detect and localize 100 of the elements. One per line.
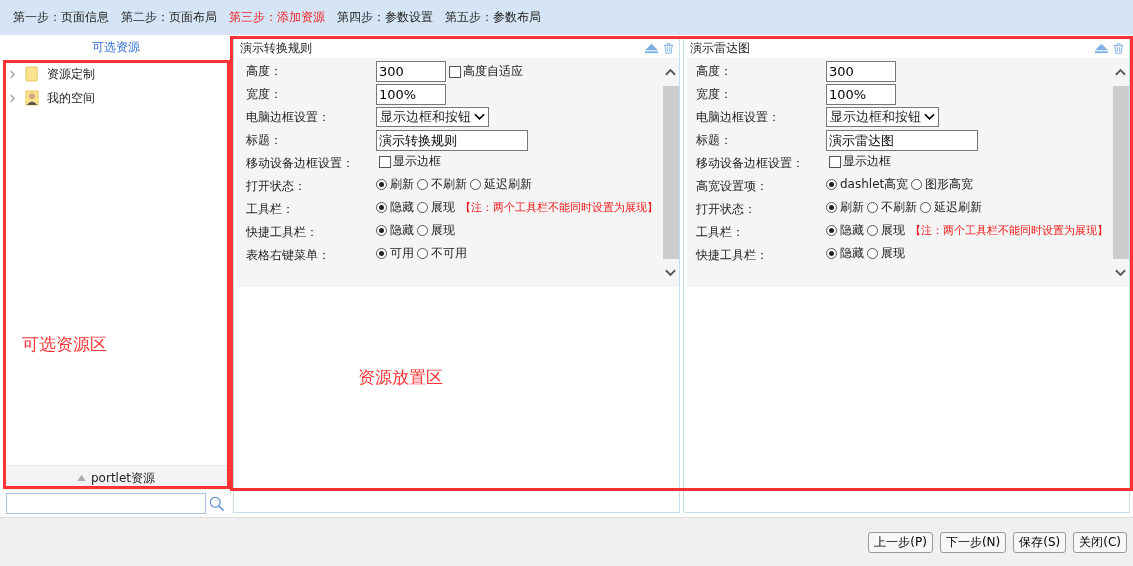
tree-item[interactable]: 我的空间 [3,86,229,110]
scrollbar-thumb[interactable] [1112,86,1129,259]
expand-icon[interactable] [9,69,16,79]
field-label: 工具栏： [245,201,295,218]
radio-option[interactable]: 展现 [867,222,905,239]
radio-option[interactable]: 隐藏 [376,222,414,239]
user-icon [25,90,39,106]
footer-button[interactable]: 上一步(P) [868,531,933,553]
warning-note: 【注：两个工具栏不能同时设置为展现】 [460,200,658,216]
radio-option[interactable]: 展现 [417,199,455,216]
field-label: 标题： [245,132,283,149]
field-label: 移动设备边框设置： [245,155,355,172]
radio-button[interactable] [826,179,837,190]
text-field[interactable]: 演示转换规则 [376,130,528,151]
collapse-icon [77,475,86,481]
field-label: 宽度： [245,86,283,103]
field-label: 打开状态： [245,178,307,195]
radio-button[interactable] [376,225,387,236]
portlet-title: 演示转换规则 [240,39,313,57]
checkbox-option[interactable]: 显示边框 [829,153,891,170]
radio-option[interactable]: 隐藏 [826,222,864,239]
radio-button[interactable] [867,202,878,213]
radio-option[interactable]: 展现 [867,245,905,262]
radio-button[interactable] [867,225,878,236]
radio-option[interactable]: 隐藏 [826,245,864,262]
text-field[interactable]: 300 [826,61,896,82]
radio-button[interactable] [826,225,837,236]
field-label: 移动设备边框设置： [695,155,805,172]
footer-button[interactable]: 保存(S) [1013,531,1067,553]
radio-button[interactable] [470,179,481,190]
footer-button[interactable]: 关闭(C) [1073,531,1127,553]
field-label: 电脑边框设置： [695,109,781,126]
radio-option[interactable]: 可用 [376,245,414,262]
checkbox-option[interactable]: 显示边框 [379,153,441,170]
radio-button[interactable] [920,202,931,213]
radio-option[interactable]: 不刷新 [417,176,467,193]
field-label: 快捷工具栏： [695,247,769,264]
radio-option[interactable]: 不可用 [417,245,467,262]
radio-option[interactable]: 刷新 [826,199,864,216]
annotation-label: 资源放置区 [358,366,443,389]
field-label: 宽度： [695,86,733,103]
checkbox[interactable] [829,155,841,168]
sidebar-title: 可选资源 [91,39,141,56]
checkbox-option[interactable]: 高度自适应 [449,63,523,80]
radio-button[interactable] [867,248,878,259]
radio-button[interactable] [376,179,387,190]
radio-option[interactable]: 展现 [417,222,455,239]
radio-button[interactable] [376,248,387,259]
radio-option[interactable]: dashlet高宽 [826,176,909,193]
chevron-down-icon [924,113,935,121]
checkbox[interactable] [379,155,391,168]
step-tab[interactable]: 第一步：页面信息 [13,9,109,26]
radio-button[interactable] [417,225,428,236]
field-label: 快捷工具栏： [245,224,319,241]
checkbox[interactable] [449,65,461,78]
radio-option[interactable]: 刷新 [376,176,414,193]
radio-button[interactable] [826,248,837,259]
radio-option[interactable]: 隐藏 [376,199,414,216]
step-tab[interactable]: 第二步：页面布局 [121,9,217,26]
radio-option[interactable]: 延迟刷新 [920,199,982,216]
step-tab[interactable]: 第五步：参数布局 [445,9,541,26]
radio-button[interactable] [417,179,428,190]
text-field[interactable]: 100% [826,84,896,105]
portlet-resource-bar[interactable]: portlet资源 [3,465,229,490]
text-field[interactable]: 演示雷达图 [826,130,978,151]
field-label: 工具栏： [695,224,745,241]
search-field[interactable] [6,493,206,514]
radio-button[interactable] [911,179,923,190]
field-label: 打开状态： [695,201,757,218]
scrollbar-thumb[interactable] [662,86,679,259]
portlet-title: 演示雷达图 [690,39,751,57]
radio-button[interactable] [826,202,837,213]
field-label: 标题： [695,132,733,149]
warning-note: 【注：两个工具栏不能同时设置为展现】 [910,223,1108,239]
radio-button[interactable] [417,248,428,259]
dropdown[interactable]: 显示边框和按钮 [376,107,489,127]
expand-icon[interactable] [9,93,16,103]
radio-option[interactable]: 图形高宽 [911,176,974,193]
text-field[interactable]: 300 [376,61,446,82]
chevron-up-icon[interactable] [665,68,676,76]
footer-button[interactable]: 下一步(N) [939,531,1007,553]
step-tab[interactable]: 第四步：参数设置 [337,9,433,26]
radio-option[interactable]: 延迟刷新 [470,176,532,193]
field-label: 高度： [245,63,283,80]
field-label: 高度： [695,63,733,80]
dropdown[interactable]: 显示边框和按钮 [826,107,939,127]
field-label: 电脑边框设置： [245,109,331,126]
tree-item[interactable]: 资源定制 [3,62,229,86]
annotation-label: 可选资源区 [22,333,107,356]
field-label: 表格右键菜单： [245,247,331,264]
folder-icon [25,66,39,82]
field-label: 高宽设置项： [695,178,769,195]
radio-button[interactable] [376,202,387,213]
chevron-down-icon[interactable] [1115,269,1126,277]
chevron-up-icon[interactable] [1115,68,1126,76]
radio-button[interactable] [417,202,428,213]
search-icon[interactable] [209,495,225,512]
text-field[interactable]: 100% [376,84,446,105]
radio-option[interactable]: 不刷新 [867,199,917,216]
chevron-down-icon[interactable] [665,269,676,277]
